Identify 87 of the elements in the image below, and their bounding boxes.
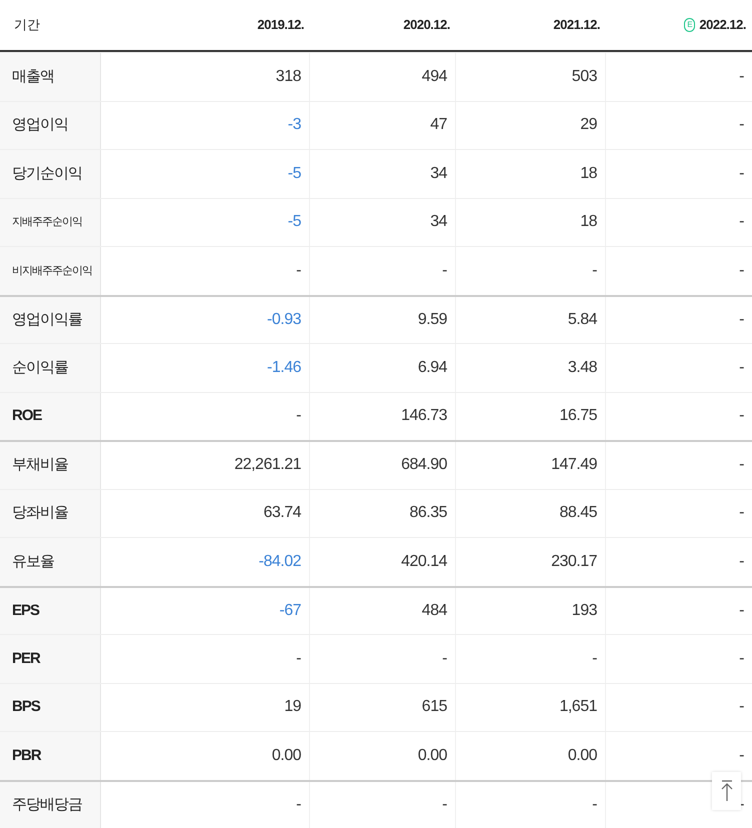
table-cell-text: - <box>738 552 745 572</box>
table-cell: 0.00 <box>310 732 456 780</box>
row-header-cell: 매출액 <box>0 53 101 100</box>
table-cell-text: - <box>738 66 745 87</box>
table-cell: 503 <box>456 53 606 100</box>
table-cell: 0.00 <box>101 732 310 780</box>
row-header-cell: BPS <box>0 684 101 731</box>
arrow-up-icon <box>720 780 732 802</box>
table-cell: 230.17 <box>456 538 606 586</box>
table-cell-text: - <box>738 697 745 718</box>
table-cell-text: - <box>738 455 745 476</box>
column-header: 2022.12. <box>699 16 746 34</box>
row-header-cell: 부채비율 <box>0 442 101 488</box>
table-cell: -1.46 <box>101 344 310 392</box>
table-cell-text: - <box>738 746 745 766</box>
table-cell: - <box>310 782 456 828</box>
table-cell: 0.00 <box>456 732 606 780</box>
table-cell: - <box>456 782 606 828</box>
row-header-cell: 당좌비율 <box>0 490 101 537</box>
table-cell-text: - <box>738 406 745 426</box>
column-header: 2020.12. <box>403 16 450 34</box>
column-header: 2021.12. <box>553 16 600 34</box>
row-header-cell: 지배주주순이익 <box>0 198 101 246</box>
table-cell: -5 <box>101 198 310 246</box>
table-cell: 63.74 <box>101 490 310 537</box>
row-header-cell: 당기순이익 <box>0 150 101 198</box>
table-cell-text: - <box>738 115 745 136</box>
table-cell: 147.49 <box>456 442 606 488</box>
table-cell: 1,651 <box>456 684 606 731</box>
row-header-cell: 영업이익 <box>0 102 101 149</box>
table-cell: -67 <box>101 588 310 634</box>
table-cell: 86.35 <box>310 490 456 537</box>
row-header-cell: ROE <box>0 392 101 440</box>
table-cell: -84.02 <box>101 538 310 586</box>
table-cell: 494 <box>310 53 456 100</box>
row-header-cell: PBR <box>0 732 101 780</box>
column-header: 기간 <box>13 16 41 34</box>
table-cell: 3.48 <box>456 344 606 392</box>
table-cell: 9.59 <box>310 296 456 343</box>
table-cell: 684.90 <box>310 442 456 488</box>
table-cell: - <box>101 392 310 440</box>
table-cell-text: - <box>738 310 745 330</box>
table-cell-text: - <box>738 212 745 232</box>
scroll-to-top-button[interactable] <box>712 772 741 810</box>
table-cell: 88.45 <box>456 490 606 537</box>
row-header-cell: 비지배주주순이익 <box>0 247 101 294</box>
table-cell-text: - <box>738 260 745 281</box>
table-cell: 22,261.21 <box>101 442 310 488</box>
table-cell: - <box>101 635 310 682</box>
table-cell: - <box>101 782 310 828</box>
table-cell: 47 <box>310 102 456 149</box>
table-cell-text: - <box>738 164 745 184</box>
table-cell-text: - <box>738 648 745 669</box>
table-cell: - <box>310 247 456 294</box>
table-cell-text: - <box>738 503 745 524</box>
table-cell: - <box>101 247 310 294</box>
table-cell: 318 <box>101 53 310 100</box>
table-cell: 484 <box>310 588 456 634</box>
table-cell: - <box>456 247 606 294</box>
table-cell: -0.93 <box>101 296 310 343</box>
table-cell: 29 <box>456 102 606 149</box>
table-cell: 18 <box>456 198 606 246</box>
table-cell: - <box>456 635 606 682</box>
row-header-cell: 영업이익률 <box>0 296 101 343</box>
row-header-cell: 주당배당금 <box>0 782 101 828</box>
table-cell: 193 <box>456 588 606 634</box>
row-header-cell: 유보율 <box>0 538 101 586</box>
table-cell: -3 <box>101 102 310 149</box>
column-header: 2019.12. <box>257 16 304 34</box>
table-cell: 6.94 <box>310 344 456 392</box>
table-cell: -5 <box>101 150 310 198</box>
table-cell: 420.14 <box>310 538 456 586</box>
estimate-badge: E <box>684 18 696 32</box>
row-header-cell: PER <box>0 635 101 682</box>
table-cell: 16.75 <box>456 392 606 440</box>
table-cell: 5.84 <box>456 296 606 343</box>
table-cell: 615 <box>310 684 456 731</box>
table-cell-text: - <box>738 358 745 378</box>
table-cell: 34 <box>310 198 456 246</box>
row-header-cell: EPS <box>0 588 101 634</box>
table-cell: - <box>310 635 456 682</box>
table-cell: 18 <box>456 150 606 198</box>
table-cell: 19 <box>101 684 310 731</box>
table-cell-text: - <box>738 600 745 621</box>
table-cell: 34 <box>310 150 456 198</box>
row-header-cell: 순이익률 <box>0 344 101 392</box>
table-cell: 146.73 <box>310 392 456 440</box>
